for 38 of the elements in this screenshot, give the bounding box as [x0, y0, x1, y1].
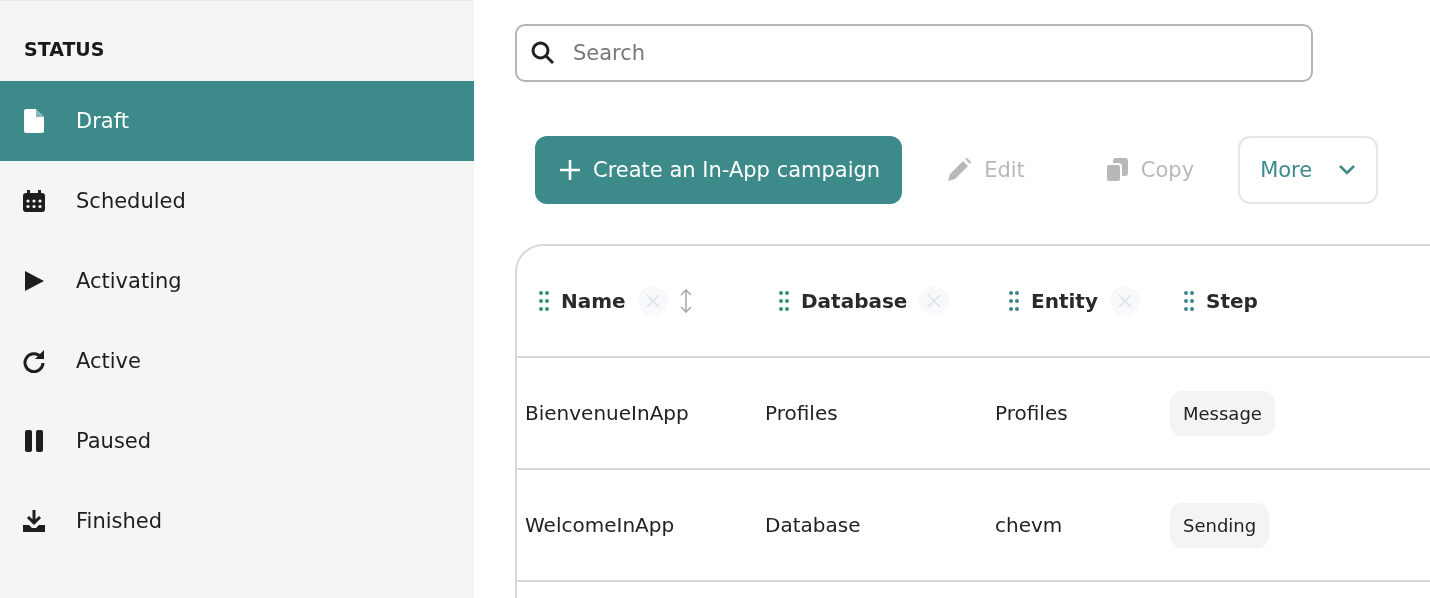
download-icon: [23, 510, 45, 532]
calendar-icon: [23, 190, 45, 212]
drag-handle-icon[interactable]: [1184, 291, 1194, 311]
search-icon: [531, 41, 555, 65]
copy-icon: [1104, 157, 1129, 183]
drag-handle-icon[interactable]: [1009, 291, 1019, 311]
column-header[interactable]: Entity: [1009, 286, 1140, 316]
step-tag: Sending: [1170, 503, 1270, 548]
step-tag: Message: [1170, 391, 1275, 436]
more-button[interactable]: More: [1238, 136, 1379, 204]
document-icon: [24, 109, 44, 133]
pencil-icon: [946, 157, 973, 183]
sort-icon[interactable]: [679, 289, 692, 313]
column-header[interactable]: Name: [539, 286, 692, 316]
drag-handle-icon[interactable]: [779, 291, 789, 311]
drag-handle-icon[interactable]: [539, 291, 549, 311]
play-icon: [24, 270, 44, 292]
sidebar-item[interactable]: Active: [0, 321, 474, 401]
column-header[interactable]: Step: [1184, 289, 1258, 313]
sidebar-item[interactable]: Scheduled: [0, 161, 474, 241]
table-cell: Database: [765, 513, 861, 537]
plus-icon: [559, 159, 581, 181]
sidebar-item[interactable]: Activating: [0, 241, 474, 321]
sidebar-item[interactable]: Finished: [0, 481, 474, 561]
table-cell: WelcomeInApp: [525, 513, 675, 537]
sidebar-item[interactable]: Draft: [0, 81, 474, 161]
sidebar-item[interactable]: Paused: [0, 401, 474, 481]
column-header[interactable]: Database: [779, 286, 950, 316]
table-cell: chevm: [995, 513, 1063, 537]
search-field[interactable]: Search: [515, 24, 1313, 82]
chevron-down-icon: [1338, 164, 1357, 176]
sidebar-heading: STATUS: [23, 37, 106, 62]
table-cell: BienvenueInApp: [525, 401, 689, 425]
pause-icon: [25, 430, 43, 452]
create-button[interactable]: Create an In-App campaign: [535, 136, 903, 204]
table-cell: Profiles: [995, 401, 1068, 425]
table-cell: Profiles: [765, 401, 838, 425]
refresh-icon: [22, 349, 46, 373]
